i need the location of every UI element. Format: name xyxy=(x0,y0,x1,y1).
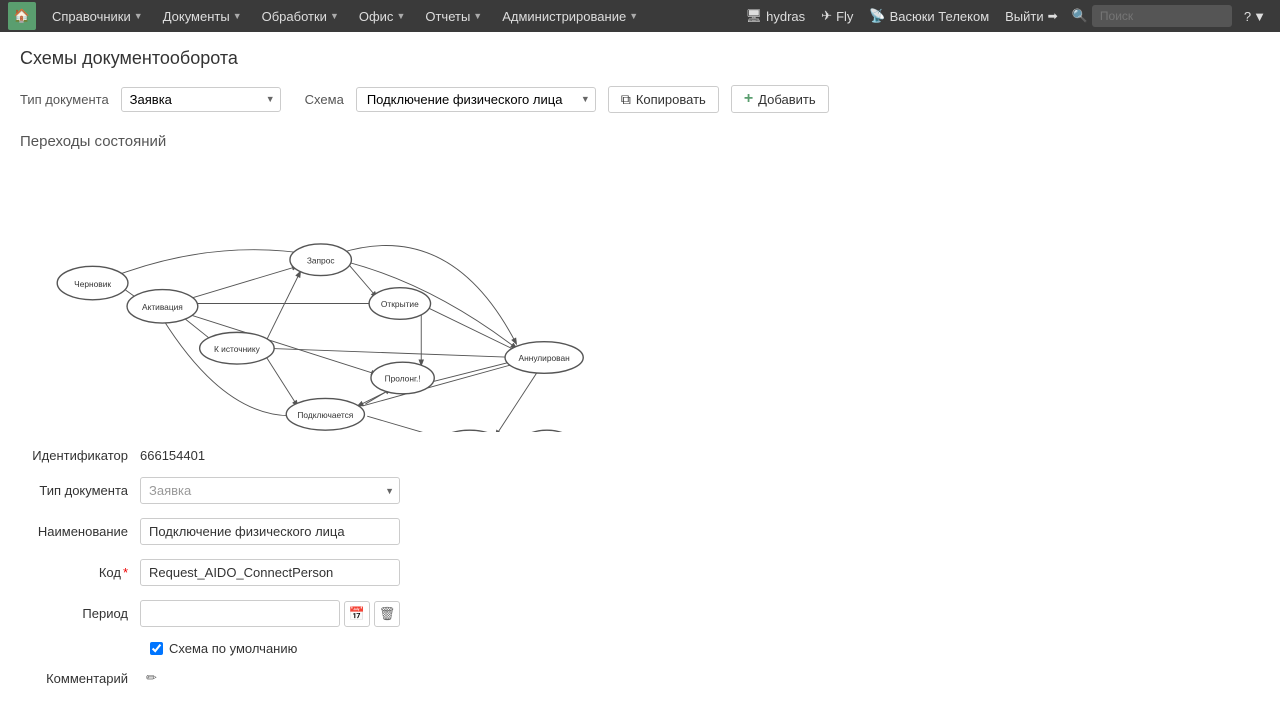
id-label: Идентификатор xyxy=(20,448,140,463)
graph-svg: Черновик Активация Запрос Открытие К ист… xyxy=(20,162,640,432)
calendar-button[interactable]: 📅 xyxy=(344,601,370,627)
trash-icon: 🗑 xyxy=(379,606,396,622)
doc-type-label: Тип документа xyxy=(20,92,109,107)
form-doc-type-label: Тип документа xyxy=(20,483,140,498)
nav-item-obrabotki[interactable]: Обработки ▼ xyxy=(254,0,347,32)
state-graph: Черновик Активация Запрос Открытие К ист… xyxy=(20,162,640,432)
copy-icon: ⧉ xyxy=(621,91,631,108)
form-period-row: Период 📅 🗑 xyxy=(20,600,1260,627)
schema-select-wrapper: Подключение физического лица xyxy=(356,87,596,112)
svg-text:Активация: Активация xyxy=(142,302,183,312)
doc-type-select-wrapper: Заявка xyxy=(121,87,281,112)
identifier-row: Идентификатор 666154401 xyxy=(20,448,1260,463)
antenna-icon: 📡 xyxy=(869,8,885,24)
comment-label: Комментарий xyxy=(20,671,140,686)
period-controls: 📅 🗑 xyxy=(140,600,400,627)
doc-type-select[interactable]: Заявка xyxy=(121,87,281,112)
form-doc-type-select[interactable]: Заявка xyxy=(140,477,400,504)
chevron-down-icon: ▼ xyxy=(330,11,339,21)
calendar-icon: 📅 xyxy=(349,606,365,622)
monitor-icon: 🖥 xyxy=(746,8,763,24)
chevron-down-icon: ▼ xyxy=(396,11,405,21)
user-section: 🖥 hydras ✈ Fly 📡 Васюки Телеком Выйти ➡ … xyxy=(738,0,1272,32)
form-name-row: Наименование xyxy=(20,518,1260,545)
search-icon: 🔍 xyxy=(1072,8,1088,24)
chevron-down-icon: ▼ xyxy=(1253,9,1266,24)
default-schema-checkbox[interactable] xyxy=(150,642,163,655)
id-value: 666154401 xyxy=(140,448,205,463)
copy-button[interactable]: ⧉ Копировать xyxy=(608,86,719,113)
page-title: Схемы документооборота xyxy=(20,48,1260,69)
svg-text:Пролонг.!: Пролонг.! xyxy=(385,374,421,384)
logout-icon: ➡ xyxy=(1048,9,1058,23)
search-input[interactable] xyxy=(1092,5,1232,27)
svg-text:Открытие: Открытие xyxy=(381,299,419,309)
nav-item-ofis[interactable]: Офис ▼ xyxy=(351,0,414,32)
toolbar: Тип документа Заявка Схема Подключение ф… xyxy=(20,85,1260,113)
form-doc-type-select-wrapper: Заявка xyxy=(140,477,400,504)
schema-select[interactable]: Подключение физического лица xyxy=(356,87,596,112)
logout-button[interactable]: Выйти ➡ xyxy=(997,0,1066,32)
nav-item-administrirovanie[interactable]: Администрирование ▼ xyxy=(494,0,646,32)
nav-item-dokumenty[interactable]: Документы ▼ xyxy=(155,0,250,32)
svg-text:Аннулирован: Аннулирован xyxy=(519,353,571,363)
form-period-input[interactable] xyxy=(140,600,340,627)
svg-text:Подключается: Подключается xyxy=(297,410,353,420)
svg-text:К источнику: К источнику xyxy=(214,344,261,354)
comment-row: Комментарий ✏ xyxy=(20,670,1260,686)
add-button[interactable]: + Добавить xyxy=(731,85,829,113)
navbar: 🏠 Справочники ▼ Документы ▼ Обработки ▼ … xyxy=(0,0,1280,32)
page-content: Схемы документооборота Тип документа Зая… xyxy=(0,32,1280,716)
form-code-row: Код xyxy=(20,559,1260,586)
help-button[interactable]: ? ▼ xyxy=(1238,9,1272,24)
nav-item-otchety[interactable]: Отчеты ▼ xyxy=(417,0,490,32)
nav-item-spravochniki[interactable]: Справочники ▼ xyxy=(44,0,151,32)
form-period-label: Период xyxy=(20,606,140,621)
form-section: Идентификатор 666154401 Тип документа За… xyxy=(20,448,1260,686)
chevron-down-icon: ▼ xyxy=(233,11,242,21)
form-code-input[interactable] xyxy=(140,559,400,586)
svg-text:Черновик: Черновик xyxy=(74,279,111,289)
chevron-down-icon: ▼ xyxy=(629,11,638,21)
chevron-down-icon: ▼ xyxy=(473,11,482,21)
nav-company-link[interactable]: 📡 Васюки Телеком xyxy=(861,0,997,32)
schema-label: Схема xyxy=(305,92,344,107)
clear-period-button[interactable]: 🗑 xyxy=(374,601,400,627)
form-name-input[interactable] xyxy=(140,518,400,545)
default-schema-row: Схема по умолчанию xyxy=(150,641,1260,656)
transitions-title: Переходы состояний xyxy=(20,133,1260,150)
form-code-label: Код xyxy=(20,565,140,580)
nav-fly-link[interactable]: ✈ Fly xyxy=(813,0,861,32)
form-doc-type-row: Тип документа Заявка xyxy=(20,477,1260,504)
home-button[interactable]: 🏠 xyxy=(8,2,36,30)
default-schema-label[interactable]: Схема по умолчанию xyxy=(169,641,297,656)
plus-icon: + xyxy=(744,90,753,108)
edit-icon[interactable]: ✏ xyxy=(146,670,157,686)
nav-hydras-link[interactable]: 🖥 hydras xyxy=(738,0,814,32)
home-icon: 🏠 xyxy=(14,8,30,24)
form-name-label: Наименование xyxy=(20,524,140,539)
fly-icon: ✈ xyxy=(821,8,832,24)
svg-text:Запрос: Запрос xyxy=(307,255,335,265)
chevron-down-icon: ▼ xyxy=(134,11,143,21)
